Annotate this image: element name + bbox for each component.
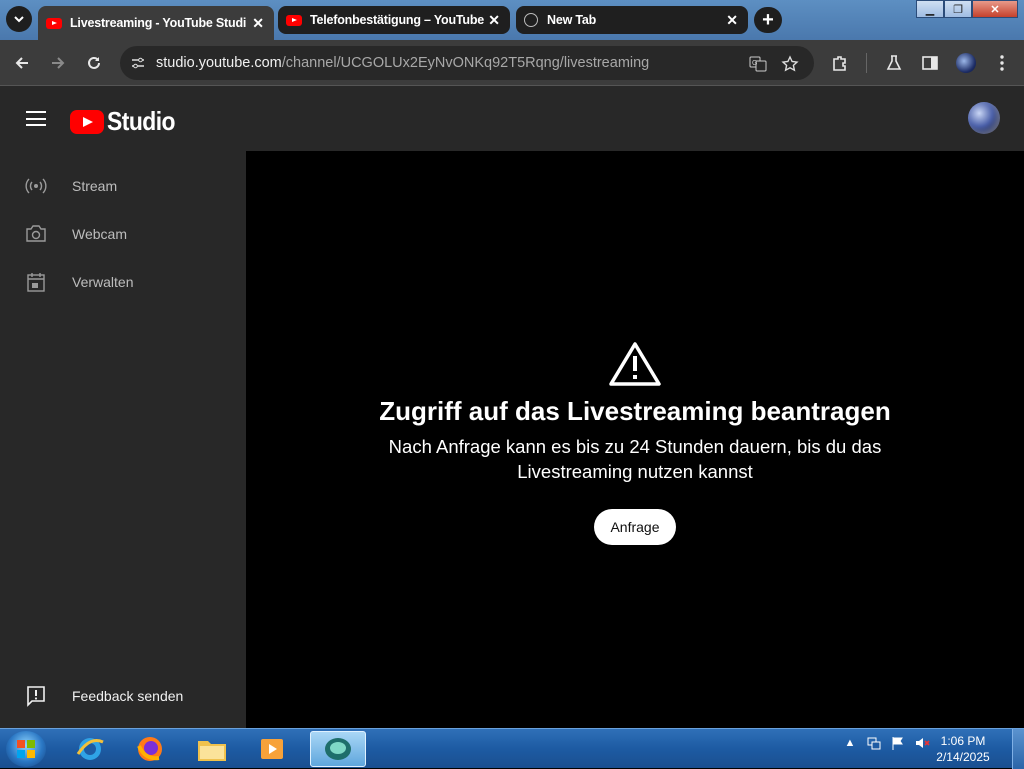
browser-toolbar: studio.youtube.com/channel/UCGOLUx2EyNvO… [0,40,1024,86]
sidebar-item-label: Feedback senden [72,688,184,704]
browser-tab-strip: Livestreaming - YouTube Studi ✕ Telefonb… [0,0,1024,40]
sidebar-item-label: Webcam [72,226,127,242]
system-clock[interactable]: 1:06 PM 2/14/2025 [932,733,994,765]
hamburger-menu-icon[interactable] [26,111,46,126]
account-avatar[interactable] [968,102,1000,134]
show-hidden-icons[interactable]: ▲ [842,735,858,751]
show-desktop-button[interactable] [1012,729,1024,769]
taskbar-file-explorer[interactable] [186,731,238,767]
plus-icon: + [762,8,774,31]
arrow-left-icon [15,57,28,69]
tab-title: Livestreaming - YouTube Studi [70,16,247,30]
windows-taskbar: ▲ 1:06 PM 2/14/2025 [0,728,1024,769]
page-description: Nach Anfrage kann es bis zu 24 Stunden d… [388,436,882,482]
sidebar-item-label: Verwalten [72,274,134,290]
toolbar-divider [866,53,867,73]
forward-button[interactable] [44,49,72,77]
address-bar[interactable]: studio.youtube.com/channel/UCGOLUx2EyNvO… [120,46,814,80]
tab-telefonbestaetigung[interactable]: Telefonbestätigung – YouTube ✕ [278,6,510,34]
action-center-flag-icon[interactable] [890,735,906,751]
labs-flask-icon[interactable] [884,53,904,73]
tab-new-tab[interactable]: New Tab ✕ [516,6,748,34]
new-tab-button[interactable]: + [754,7,782,33]
broadcast-icon [24,174,48,198]
minimize-button[interactable]: ▁ [916,0,944,18]
tab-title: Telefonbestätigung – YouTube [310,13,485,27]
studio-logo[interactable]: Studio [70,106,184,137]
feedback-icon [24,684,48,708]
close-window-button[interactable]: ✕ [972,0,1018,18]
sidebar-item-webcam[interactable]: Webcam [0,210,246,258]
taskbar-active-app[interactable] [310,731,366,767]
youtube-logo-icon [70,109,104,134]
sidebar-item-label: Stream [72,178,118,194]
app-icon [325,738,351,760]
studio-app: Studio Stream Webcam Verwalten Feedback … [0,86,1024,728]
main-content: Zugriff auf das Livestreaming beantragen… [246,151,1024,728]
url-path: /channel/UCGOLUx2EyNvONKq92T5Rqng/livest… [281,55,650,71]
clock-date: 2/14/2025 [936,750,990,764]
clock-time: 1:06 PM [940,734,986,748]
window-controls: ▁ ❐ ✕ [916,0,1018,18]
restore-icon: ❐ [953,3,963,16]
sidebar-item-feedback[interactable]: Feedback senden [0,672,246,720]
back-button[interactable] [8,49,36,77]
studio-logo-text: Studio [107,106,176,136]
internet-explorer-icon [76,738,104,760]
sidebar-item-stream[interactable]: Stream [0,162,246,210]
bookmark-star-icon[interactable] [780,54,800,74]
profile-avatar[interactable] [956,53,976,73]
translate-icon[interactable]: G [748,54,768,74]
taskbar-firefox[interactable] [124,731,176,767]
minimize-icon: ▁ [925,3,935,16]
folder-icon [198,741,226,761]
taskbar-media-player[interactable] [246,731,298,767]
reload-icon [88,56,100,69]
camera-icon [24,222,48,246]
request-access-button[interactable]: Anfrage [594,509,676,545]
start-button[interactable] [6,731,46,767]
youtube-icon [46,17,62,29]
menu-kebab-icon[interactable] [992,53,1012,73]
warning-icon [609,342,661,386]
taskbar-internet-explorer[interactable] [64,731,116,767]
arrow-right-icon [52,57,65,69]
windows-logo-icon [17,740,35,758]
media-player-icon [261,739,283,759]
tab-title: New Tab [547,13,597,27]
close-icon[interactable]: ✕ [486,12,502,28]
firefox-icon [137,737,162,761]
close-icon[interactable]: ✕ [724,12,740,28]
url-host: studio.youtube.com [156,55,282,71]
sidebar-item-verwalten[interactable]: Verwalten [0,258,246,306]
reload-button[interactable] [80,49,108,77]
site-settings-icon[interactable] [130,55,146,71]
globe-icon [524,13,538,27]
calendar-icon [24,270,48,294]
close-icon: ✕ [990,3,1000,16]
youtube-icon [286,14,302,26]
tab-livestreaming[interactable]: Livestreaming - YouTube Studi ✕ [38,6,274,40]
close-icon[interactable]: ✕ [250,15,266,31]
studio-header: Studio [0,86,1024,151]
tab-search-button[interactable] [6,6,32,32]
chevron-down-icon [14,16,24,23]
restore-button[interactable]: ❐ [944,0,972,18]
side-panel-icon[interactable] [920,53,940,73]
page-title: Zugriff auf das Livestreaming beantragen [379,396,891,426]
network-icon[interactable] [866,735,882,751]
volume-muted-icon[interactable] [914,735,930,751]
extensions-icon[interactable] [830,53,850,73]
sidebar: Stream Webcam Verwalten Feedback senden [0,151,246,728]
svg-text:G: G [752,60,757,67]
